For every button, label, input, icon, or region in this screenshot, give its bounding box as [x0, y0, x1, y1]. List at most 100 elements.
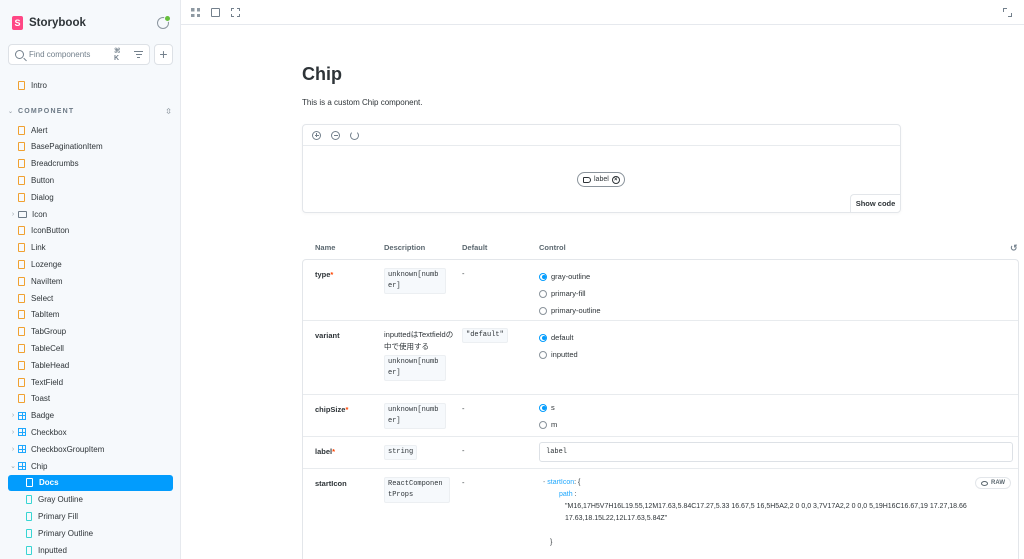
sidebar-item-inputted[interactable]: Inputted: [8, 542, 173, 558]
brand[interactable]: S Storybook: [12, 15, 86, 31]
sidebar-item-naviitem[interactable]: NaviItem: [8, 273, 173, 289]
radio-option[interactable]: primary-outline: [539, 302, 1015, 319]
radio-option[interactable]: gray-outline: [539, 268, 1015, 285]
sidebar-item-docs[interactable]: Docs: [8, 474, 173, 491]
sidebar-item-tablehead[interactable]: TableHead: [8, 357, 173, 373]
sidebar-item-select[interactable]: Select: [8, 290, 173, 306]
radio-option[interactable]: inputted: [539, 346, 1015, 363]
sidebar-group-component[interactable]: ⌄ COMPONENT ⇳: [8, 104, 173, 118]
sidebar-item-primary-fill[interactable]: Primary Fill: [8, 508, 173, 524]
table-row: startIcon ReactComponentProps - - startI…: [303, 469, 1018, 559]
bookmark-icon: [26, 545, 32, 555]
radio-button[interactable]: [539, 289, 547, 298]
sidebar-item-alert[interactable]: Alert: [8, 122, 173, 138]
sidebar-item-icon[interactable]: › Icon: [8, 206, 173, 222]
sidebar-item-lozenge[interactable]: Lozenge: [8, 256, 173, 272]
document-icon: [18, 259, 25, 269]
document-icon: [18, 360, 25, 370]
radio-button[interactable]: [539, 350, 547, 359]
background-icon[interactable]: [211, 8, 220, 17]
json-key: path: [559, 491, 573, 498]
radio-option[interactable]: m: [539, 416, 1015, 433]
sidebar-item-primary-outline[interactable]: Primary Outline: [8, 525, 173, 541]
radio-option[interactable]: default: [539, 329, 1015, 346]
radio-option[interactable]: primary-fill: [539, 285, 1015, 302]
brand-name: Storybook: [29, 17, 86, 29]
show-code-button[interactable]: Show code: [850, 194, 900, 212]
grid-icon[interactable]: [191, 8, 200, 17]
radio-button[interactable]: [539, 420, 547, 429]
bookmark-icon: [26, 495, 32, 505]
radio-group-chipsize: s m: [539, 399, 1015, 433]
chip-preview[interactable]: label ×: [577, 172, 625, 187]
sidebar-item-tabitem[interactable]: TabItem: [8, 307, 173, 323]
document-icon: [18, 276, 25, 286]
prop-default: -: [462, 478, 465, 487]
docs-main: Chip This is a custom Chip component. la…: [181, 25, 1024, 559]
storybook-logo-icon: S: [12, 16, 23, 30]
page-title: Chip: [302, 64, 342, 84]
sidebar-item-chip[interactable]: ⌄ Chip: [8, 458, 173, 474]
sidebar-item-basepaginationitem[interactable]: BasePaginationItem: [8, 139, 173, 155]
fullscreen-icon[interactable]: [1003, 8, 1012, 17]
add-button[interactable]: +: [154, 44, 173, 65]
radio-button[interactable]: [539, 306, 547, 315]
search-input[interactable]: [29, 50, 109, 59]
sidebar-item-button[interactable]: Button: [8, 172, 173, 188]
zoom-out-icon[interactable]: [331, 131, 340, 140]
sidebar-item-toast[interactable]: Toast: [8, 391, 173, 407]
zoom-reset-icon[interactable]: [350, 131, 359, 140]
eye-icon: [981, 480, 988, 486]
radio-button[interactable]: [539, 333, 547, 342]
document-icon: [18, 243, 25, 253]
sidebar-item-breadcrumbs[interactable]: Breadcrumbs: [8, 156, 173, 172]
prop-name: variant: [315, 331, 340, 340]
sidebar-item-intro[interactable]: Intro: [8, 77, 173, 93]
radio-button[interactable]: [539, 272, 547, 281]
component-icon: [18, 462, 26, 470]
document-icon: [18, 394, 25, 404]
zoom-in-icon[interactable]: [312, 131, 321, 140]
sidebar-item-tablecell[interactable]: TableCell: [8, 340, 173, 356]
sidebar-item-textfield[interactable]: TextField: [8, 374, 173, 390]
object-control[interactable]: - startIcon: { path : "M16,17H5V7H16L19.…: [543, 477, 1011, 549]
sidebar-item-label: Link: [31, 243, 46, 253]
sidebar-item-gray-outline[interactable]: Gray Outline: [8, 492, 173, 508]
component-icon: [18, 411, 26, 420]
preview-toolbar: [303, 125, 900, 146]
sidebar-item-tabgroup[interactable]: TabGroup: [8, 324, 173, 340]
collapse-icon[interactable]: ⇳: [165, 107, 173, 116]
sidebar-item-label: TabItem: [31, 310, 60, 320]
label-text-control[interactable]: label: [539, 442, 1013, 462]
raw-toggle-button[interactable]: RAW: [975, 477, 1011, 489]
radio-label: m: [551, 420, 558, 429]
column-header-name: Name: [315, 243, 336, 252]
document-icon: [18, 80, 25, 90]
table-row: type* unknown[number] - gray-outline pri…: [303, 260, 1018, 321]
radio-button[interactable]: [539, 403, 547, 412]
sidebar-group-label: COMPONENT: [18, 107, 75, 115]
column-header-description: Description: [384, 243, 426, 252]
sidebar-item-link[interactable]: Link: [8, 240, 173, 256]
sidebar-item-label: BasePaginationItem: [31, 142, 103, 152]
reset-controls-icon[interactable]: ↺: [1010, 243, 1018, 254]
sidebar-item-checkboxgroupitem[interactable]: › CheckboxGroupItem: [8, 441, 173, 457]
sidebar-item-checkbox[interactable]: › Checkbox: [8, 424, 173, 440]
sidebar-item-iconbutton[interactable]: IconButton: [8, 223, 173, 239]
close-circle-icon[interactable]: ×: [611, 175, 620, 184]
document-icon: [18, 293, 25, 303]
prop-type: unknown[number]: [384, 403, 446, 429]
prop-type: ReactComponentProps: [384, 477, 450, 503]
sidebar-item-badge[interactable]: › Badge: [8, 408, 173, 424]
filter-icon[interactable]: [134, 51, 143, 59]
search-box[interactable]: ⌘ K: [8, 44, 150, 65]
prop-name: label: [315, 447, 333, 456]
document-icon: [26, 478, 33, 488]
radio-label: primary-fill: [551, 289, 586, 298]
outline-icon[interactable]: [231, 8, 240, 17]
component-icon: [18, 445, 26, 454]
radio-option[interactable]: s: [539, 399, 1015, 416]
sidebar-item-dialog[interactable]: Dialog: [8, 189, 173, 205]
prop-name: startIcon: [315, 479, 347, 488]
settings-icon[interactable]: [157, 15, 171, 29]
